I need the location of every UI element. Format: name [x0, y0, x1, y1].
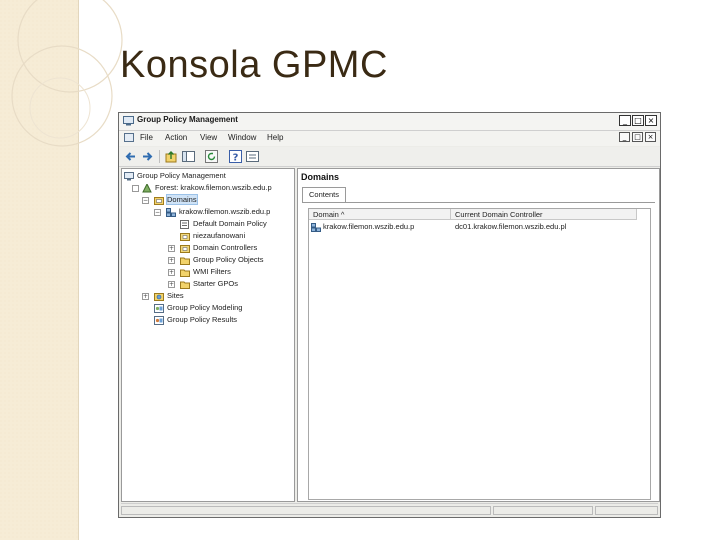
tree-node-forest[interactable]: Forest: krakow.filemon.wszib.edu.p	[124, 183, 292, 194]
cell-controller: dc01.krakow.filemon.wszib.edu.pl	[455, 222, 567, 231]
menu-file[interactable]: File	[140, 133, 153, 142]
tab-contents[interactable]: Contents	[302, 187, 346, 203]
tree-node-domain[interactable]: − krakow.filemon.wszib.edu.p	[124, 207, 292, 218]
mdi-close-button[interactable]: ×	[645, 132, 656, 142]
column-header-current-dc[interactable]: Current Domain Controller	[451, 209, 637, 220]
domain-icon	[311, 223, 321, 232]
status-segment	[595, 506, 658, 515]
tree-node-label: krakow.filemon.wszib.edu.p	[179, 207, 271, 216]
tab-divider	[302, 202, 655, 203]
details-heading: Domains	[301, 172, 340, 182]
close-button[interactable]: ×	[645, 115, 657, 126]
back-icon[interactable]	[124, 150, 137, 163]
toolbar-separator	[159, 150, 160, 163]
tree-node-group-policy-management[interactable]: Group Policy Management	[124, 171, 292, 182]
column-header-domain[interactable]: Domain ^	[309, 209, 451, 220]
folder-icon	[180, 281, 190, 289]
minimize-button[interactable]: _	[619, 115, 631, 126]
ou-icon	[180, 245, 190, 253]
slide-title: Konsola GPMC	[120, 44, 388, 86]
tree-node-label: niezaufanowani	[193, 231, 246, 240]
tree-expander[interactable]: −	[154, 209, 161, 216]
tree-node-label: Domain Controllers	[193, 243, 258, 252]
tree-expander[interactable]: +	[168, 245, 175, 252]
domains-folder-icon	[154, 197, 164, 205]
tree-node-wmi-filters[interactable]: + WMI Filters	[124, 267, 292, 278]
sites-icon	[154, 293, 164, 301]
tree-node-label: WMI Filters	[193, 267, 231, 276]
toolbar: ?	[119, 147, 660, 167]
results-icon	[154, 316, 164, 325]
tree-node-group-policy-objects[interactable]: + Group Policy Objects	[124, 255, 292, 266]
forest-icon	[142, 184, 152, 193]
show-hide-tree-icon[interactable]	[182, 150, 195, 163]
status-segment	[493, 506, 593, 515]
ou-icon	[180, 233, 190, 241]
forward-icon[interactable]	[141, 150, 154, 163]
status-segment	[121, 506, 491, 515]
folder-icon	[180, 257, 190, 265]
tree-node-label: Starter GPOs	[193, 279, 239, 288]
menu-file-icon-placeholder	[124, 133, 134, 144]
console-menu-icon	[124, 133, 134, 142]
up-icon[interactable]	[165, 150, 178, 163]
tree-node-ou-niezaufanowani[interactable]: niezaufanowani	[124, 231, 292, 242]
domains-list: Domain ^ Current Domain Controller krako…	[308, 208, 651, 500]
tree-node-domains[interactable]: − Domains	[124, 194, 292, 206]
tree-node-label: Group Policy Results	[167, 315, 238, 324]
console-tree: Group Policy Management Forest: krakow.f…	[121, 168, 295, 502]
tree-node-domain-controllers[interactable]: + Domain Controllers	[124, 243, 292, 254]
mdi-minimize-button[interactable]: _	[619, 132, 630, 142]
tree-expander[interactable]: +	[168, 269, 175, 276]
tree-node-gp-results[interactable]: Group Policy Results	[124, 315, 292, 326]
cell-domain: krakow.filemon.wszib.edu.p	[323, 222, 415, 231]
refresh-icon[interactable]	[205, 150, 218, 163]
menu-window[interactable]: Window	[228, 133, 256, 142]
tree-expander[interactable]: +	[168, 281, 175, 288]
tree-node-label: Group Policy Objects	[193, 255, 264, 264]
tree-node-label: Domains	[166, 194, 198, 205]
menu-help[interactable]: Help	[267, 133, 283, 142]
modeling-icon	[154, 304, 164, 313]
svg-text:?: ?	[233, 153, 239, 164]
help-icon[interactable]: ?	[229, 150, 242, 163]
tree-node-gp-modeling[interactable]: Group Policy Modeling	[124, 303, 292, 314]
tree-expander[interactable]: −	[142, 197, 149, 204]
gpmc-window: Group Policy Management _ □ × File Actio…	[118, 112, 661, 518]
menu-bar: File Action View Window Help	[119, 131, 660, 146]
tree-node-label: Default Domain Policy	[193, 219, 267, 228]
tree-expander[interactable]: +	[142, 293, 149, 300]
tree-node-label: Sites	[167, 291, 184, 300]
status-bar	[121, 503, 658, 516]
tree-node-label: Group Policy Modeling	[167, 303, 243, 312]
window-title: Group Policy Management	[137, 115, 238, 124]
tree-expander[interactable]	[132, 185, 139, 192]
title-bar[interactable]: Group Policy Management _ □ ×	[119, 113, 660, 131]
gpm-app-icon	[123, 116, 134, 126]
table-row[interactable]: krakow.filemon.wszib.edu.p dc01.krakow.f…	[309, 222, 639, 233]
domain-icon	[166, 208, 176, 217]
tree-expander[interactable]: +	[168, 257, 175, 264]
menu-view[interactable]: View	[200, 133, 217, 142]
properties-icon[interactable]	[246, 150, 259, 163]
tree-node-sites[interactable]: + Sites	[124, 291, 292, 302]
details-pane: Domains Contents Domain ^ Current Domain…	[297, 168, 660, 502]
folder-icon	[180, 269, 190, 277]
maximize-button[interactable]: □	[632, 115, 644, 126]
gpm-icon	[124, 172, 134, 181]
gpo-link-icon	[180, 220, 189, 229]
tree-node-label: Forest: krakow.filemon.wszib.edu.p	[155, 183, 272, 192]
tree-node-label: Group Policy Management	[137, 171, 226, 180]
menu-action[interactable]: Action	[165, 133, 187, 142]
tree-node-default-domain-policy[interactable]: Default Domain Policy	[124, 219, 292, 230]
tree-node-starter-gpos[interactable]: + Starter GPOs	[124, 279, 292, 290]
mdi-restore-button[interactable]: □	[632, 132, 643, 142]
